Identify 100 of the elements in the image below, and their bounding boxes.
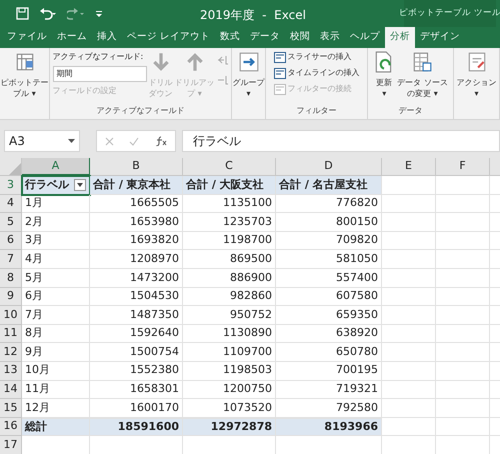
ribbon-tab[interactable]: データ — [245, 27, 286, 48]
ribbon-button[interactable]: グループ ▾ — [232, 51, 264, 105]
table-cell: 合計 / 大阪支社 — [183, 176, 276, 195]
table-cell: 557400 — [276, 268, 382, 288]
ribbon-tab[interactable]: 数式 — [215, 27, 246, 48]
formula-input[interactable]: 行ラベル — [182, 130, 500, 152]
table-cell: 1653980 — [90, 213, 183, 232]
name-box[interactable]: A3 — [4, 130, 80, 152]
table-cell: 10月 — [22, 362, 90, 381]
table-cell: 1109700 — [183, 343, 276, 362]
ribbon-button[interactable]: アクション ▾ — [456, 51, 496, 105]
table-cell: 1592640 — [90, 324, 183, 344]
table-cell: 709820 — [276, 232, 382, 250]
row-header[interactable]: 9 — [0, 288, 22, 306]
panel-icon — [274, 84, 286, 94]
table-cell: 1665505 — [90, 194, 183, 214]
column-header[interactable]: A — [22, 158, 90, 176]
row-header[interactable]: 13 — [0, 362, 22, 381]
empty-cell — [382, 306, 436, 325]
table-cell: 合計 / 名古屋支社 — [276, 176, 382, 195]
ribbon-button[interactable]: スライサーの挿入 — [274, 51, 360, 63]
table-cell: 8193966 — [276, 418, 382, 436]
ribbon-tab[interactable]: ヘルプ — [345, 27, 386, 48]
ribbon-button[interactable]: 更新 ▾ — [373, 51, 396, 105]
table-cell: 950752 — [183, 306, 276, 325]
table-cell: 2月 — [22, 213, 90, 232]
table-cell: 1208970 — [90, 250, 183, 269]
save-icon[interactable] — [16, 7, 29, 20]
ribbon-tab[interactable]: 挿入 — [92, 27, 122, 48]
dropdown-icon[interactable] — [68, 139, 75, 143]
ribbon-button[interactable]: ピボットテー ブル ▾ — [0, 51, 48, 105]
table-cell: 982860 — [183, 288, 276, 306]
row-header[interactable]: 10 — [0, 306, 22, 325]
ribbon-tab[interactable]: 分析 — [385, 27, 416, 48]
empty-cell — [382, 399, 436, 418]
ribbon-tab[interactable]: ホーム — [52, 27, 92, 48]
row-header[interactable]: 15 — [0, 399, 22, 418]
row-header[interactable]: 8 — [0, 268, 22, 288]
table-cell: 1198503 — [183, 362, 276, 381]
table-cell: 1552380 — [90, 362, 183, 381]
ribbon-tab[interactable]: ページ レイアウト — [122, 27, 216, 48]
row-header[interactable]: 16 — [0, 418, 22, 436]
table-cell: 1130890 — [183, 324, 276, 344]
row-header[interactable]: 4 — [0, 194, 22, 214]
table-cell: 8月 — [22, 324, 90, 344]
group-label: フィルター — [296, 106, 336, 115]
empty-cell — [382, 362, 436, 381]
table-cell: 719321 — [276, 380, 382, 400]
ribbon-tab[interactable]: デザイン — [415, 27, 466, 48]
check-icon[interactable] — [129, 136, 140, 146]
table-cell: 800150 — [276, 213, 382, 232]
row-header[interactable]: 5 — [0, 213, 22, 232]
undo-icon[interactable] — [39, 8, 57, 20]
group-label: データ — [398, 106, 422, 115]
field-caption: アクティブなフィールド: — [52, 51, 144, 63]
table-cell: 659350 — [276, 306, 382, 325]
table-cell: 11月 — [22, 380, 90, 400]
table-cell: 1504530 — [90, 288, 183, 306]
column-header[interactable]: F — [436, 158, 490, 176]
row-header[interactable]: 3 — [0, 176, 22, 195]
empty-cell — [382, 213, 436, 232]
table-cell: 3月 — [22, 232, 90, 250]
filter-dropdown-icon[interactable] — [74, 178, 86, 191]
ribbon-button[interactable]: タイムラインの挿入 — [274, 67, 360, 79]
customize-icon[interactable] — [95, 10, 103, 18]
panel-icon — [274, 68, 286, 78]
table-cell: 6月 — [22, 288, 90, 306]
table-cell: 7月 — [22, 306, 90, 325]
empty-cell — [382, 232, 436, 250]
table-cell: 4月 — [22, 250, 90, 269]
table-cell: 1200750 — [183, 380, 276, 400]
table-cell: 1473200 — [90, 268, 183, 288]
table-cell: 1658301 — [90, 380, 183, 400]
row-header[interactable]: 6 — [0, 232, 22, 250]
function-icon[interactable] — [155, 136, 168, 146]
row-header[interactable]: 12 — [0, 343, 22, 362]
ribbon-tab[interactable]: 表示 — [315, 27, 346, 48]
empty-cell — [382, 288, 436, 306]
row-header[interactable]: 7 — [0, 250, 22, 269]
group-icon — [238, 51, 260, 73]
table-cell: 1487350 — [90, 306, 183, 325]
empty-cell — [382, 194, 436, 214]
table-cell: 776820 — [276, 194, 382, 214]
ribbon-tab[interactable]: ファイル — [2, 27, 52, 48]
redo-icon[interactable] — [67, 8, 85, 20]
row-header[interactable]: 11 — [0, 324, 22, 344]
table-cell: 581050 — [276, 250, 382, 269]
empty-cell — [382, 380, 436, 400]
table-cell: 行ラベル — [22, 176, 90, 195]
ribbon-button[interactable]: データ ソース の変更 ▾ — [397, 51, 448, 105]
ribbon-tab[interactable]: 校閲 — [285, 27, 316, 48]
row-header[interactable]: 14 — [0, 380, 22, 400]
window-title: 2019年度 - Excel — [200, 7, 306, 24]
group-label: アクティブなフィールド — [96, 106, 184, 115]
row-header[interactable]: 17 — [0, 436, 22, 454]
table-cell: 700195 — [276, 362, 382, 381]
column-header[interactable]: E — [382, 158, 436, 176]
table-cell: 869500 — [183, 250, 276, 269]
table-cell: 1198700 — [183, 232, 276, 250]
table-cell: 638920 — [276, 324, 382, 344]
